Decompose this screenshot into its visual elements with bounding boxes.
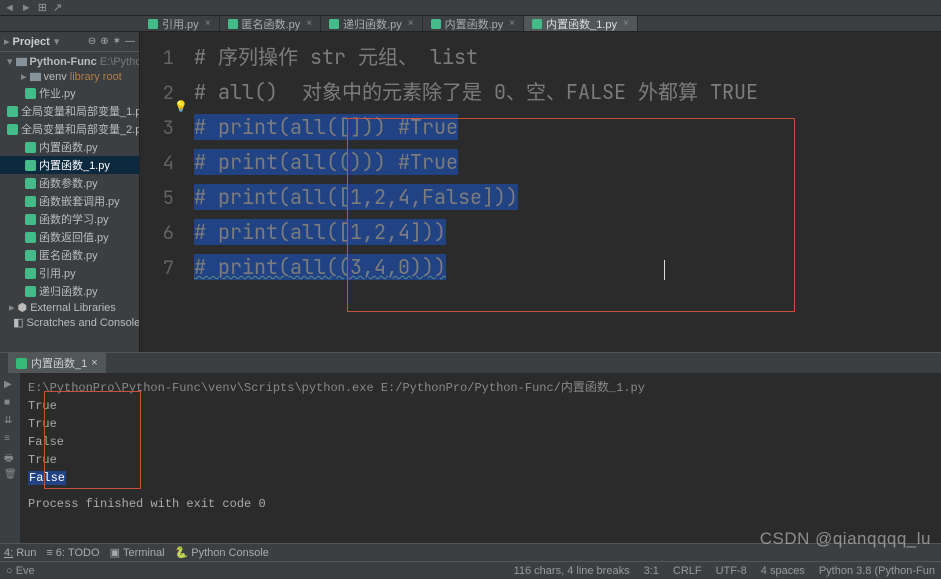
project-file[interactable]: 全局变量和局部变量_1.py xyxy=(0,102,139,120)
rerun-icon[interactable]: ▶ xyxy=(4,379,16,391)
nav-back-icon[interactable]: ◄ xyxy=(4,2,15,14)
settings-icon[interactable]: ✶ xyxy=(113,36,121,47)
run-tab[interactable]: 内置函数_1 × xyxy=(8,353,106,373)
console-line: False xyxy=(28,433,933,451)
bulb-icon[interactable]: 💡 xyxy=(174,90,188,125)
project-header[interactable]: ▸ Project ▾ ⊖ ⊕ ✶ — xyxy=(0,32,139,52)
project-file[interactable]: 函数返回值.py xyxy=(0,228,139,246)
project-file[interactable]: 函数的学习.py xyxy=(0,210,139,228)
status-pos[interactable]: 3:1 xyxy=(644,565,659,577)
tab-run[interactable]: 4: Run xyxy=(4,547,36,559)
line-number: 5 xyxy=(144,180,174,215)
text-cursor xyxy=(664,260,665,280)
project-pane: ▸ Project ▾ ⊖ ⊕ ✶ — ▾ Python-Func E:\Pyt… xyxy=(0,32,140,352)
console-line: True xyxy=(28,415,933,433)
project-file[interactable]: 作业.py xyxy=(0,84,139,102)
project-file[interactable]: 内置函数.py xyxy=(0,138,139,156)
code-line-selected: # print(all((3,4,0))) xyxy=(194,254,446,280)
close-icon[interactable]: × xyxy=(623,18,629,29)
line-number: 3 xyxy=(144,110,174,145)
project-file[interactable]: 函数参数.py xyxy=(0,174,139,192)
gutter: 💡 1234567 xyxy=(140,32,190,352)
status-python[interactable]: Python 3.8 (Python-Fun xyxy=(819,565,935,577)
console-line: True xyxy=(28,451,933,469)
stop-icon[interactable]: ■ xyxy=(4,397,16,409)
run-tabs: 内置函数_1 × xyxy=(0,353,941,373)
close-icon[interactable]: × xyxy=(205,18,211,29)
line-number: 6 xyxy=(144,215,174,250)
titlebar: ◄ ► ⊞ ↗ xyxy=(0,0,941,16)
project-file[interactable]: 匿名函数.py xyxy=(0,246,139,264)
project-root[interactable]: ▾ Python-Func E:\PythonPro/Pyt xyxy=(0,54,139,69)
tool-tabs: 4: Run ≡ 6: TODO ▣ Terminal 🐍 Python Con… xyxy=(0,543,941,561)
console-cmd: E:\PythonPro\Python-Func\venv\Scripts\py… xyxy=(28,379,933,397)
editor-tab[interactable]: 内置函数_1.py× xyxy=(524,16,638,31)
close-icon[interactable]: × xyxy=(306,18,312,29)
project-file[interactable]: 递归函数.py xyxy=(0,282,139,300)
status-enc[interactable]: UTF-8 xyxy=(716,565,747,577)
run-tab-label: 内置函数_1 xyxy=(31,355,87,371)
editor-tab[interactable]: 内置函数.py× xyxy=(423,16,525,31)
line-number: 2 xyxy=(144,75,174,110)
editor-tab[interactable]: 递归函数.py× xyxy=(321,16,423,31)
collapse-icon[interactable]: ▸ xyxy=(4,35,10,48)
code-editor[interactable]: 💡 1234567 # 序列操作 str 元组、 list # all() 对象… xyxy=(140,32,941,352)
close-icon[interactable]: × xyxy=(91,357,97,369)
code-line-selected: # print(all([1,2,4,False])) xyxy=(194,184,518,210)
close-icon[interactable]: × xyxy=(408,18,414,29)
tab-terminal[interactable]: ▣ Terminal xyxy=(110,546,165,559)
toolbar-icon[interactable]: ↗ xyxy=(53,1,62,14)
editor-tabs: 引用.py×匿名函数.py×递归函数.py×内置函数.py×内置函数_1.py× xyxy=(0,16,941,32)
code-area[interactable]: # 序列操作 str 元组、 list # all() 对象中的元素除了是 0、… xyxy=(190,32,941,352)
status-event: ○ Eve xyxy=(6,565,35,577)
toolbar-icon[interactable]: ⊞ xyxy=(38,1,47,14)
console-output[interactable]: E:\PythonPro\Python-Func\venv\Scripts\py… xyxy=(20,373,941,543)
code-line-selected: # print(all([])) #True xyxy=(194,114,458,140)
print-icon[interactable]: 🖶 xyxy=(4,451,16,463)
project-file[interactable]: 全局变量和局部变量_2.py xyxy=(0,120,139,138)
code-line: # all() 对象中的元素除了是 0、空、FALSE 外都算 TRUE xyxy=(194,79,758,105)
statusbar: ○ Eve 116 chars, 4 line breaks 3:1 CRLF … xyxy=(0,561,941,579)
tab-todo[interactable]: ≡ 6: TODO xyxy=(46,547,99,559)
expand-icon[interactable]: ⊖ xyxy=(88,36,96,47)
venv-folder[interactable]: ▸ venv library root xyxy=(0,69,139,84)
code-line-selected: # print(all([1,2,4])) xyxy=(194,219,446,245)
external-libraries[interactable]: ▸ ⬢ External Libraries xyxy=(0,300,139,315)
scratches[interactable]: ◧ Scratches and Consoles xyxy=(0,315,139,330)
project-tree[interactable]: ▾ Python-Func E:\PythonPro/Pyt▸ venv lib… xyxy=(0,52,139,332)
line-number: 1 xyxy=(144,40,174,75)
project-file[interactable]: 内置函数_1.py xyxy=(0,156,139,174)
filter-icon[interactable]: ≡ xyxy=(4,433,16,445)
code-line: # 序列操作 str 元组、 list xyxy=(194,44,478,70)
editor-tab[interactable]: 引用.py× xyxy=(140,16,220,31)
console-line: True xyxy=(28,397,933,415)
line-number: 4 xyxy=(144,145,174,180)
code-line-selected: # print(all(())) #True xyxy=(194,149,458,175)
line-number: 7 xyxy=(144,250,174,285)
status-indent[interactable]: 4 spaces xyxy=(761,565,805,577)
status-crlf[interactable]: CRLF xyxy=(673,565,702,577)
project-title: Project xyxy=(13,36,50,48)
run-panel: 内置函数_1 × ▶ ■ ⇊ ≡ 🖶 🗑 E:\PythonPro\Python… xyxy=(0,352,941,543)
console-line: False xyxy=(28,469,933,487)
locate-icon[interactable]: ⊕ xyxy=(100,36,108,47)
down-icon[interactable]: ⇊ xyxy=(4,415,16,427)
hide-icon[interactable]: — xyxy=(125,36,135,47)
close-icon[interactable]: × xyxy=(509,18,515,29)
console-exit: Process finished with exit code 0 xyxy=(28,495,933,513)
project-file[interactable]: 引用.py xyxy=(0,264,139,282)
editor-tab[interactable]: 匿名函数.py× xyxy=(220,16,322,31)
run-toolbar: ▶ ■ ⇊ ≡ 🖶 🗑 xyxy=(0,373,20,543)
trash-icon[interactable]: 🗑 xyxy=(4,469,16,481)
project-file[interactable]: 函数嵌套调用.py xyxy=(0,192,139,210)
tab-python-console[interactable]: 🐍 Python Console xyxy=(175,546,269,559)
status-info: 116 chars, 4 line breaks xyxy=(514,565,630,577)
nav-fwd-icon[interactable]: ► xyxy=(21,2,32,14)
